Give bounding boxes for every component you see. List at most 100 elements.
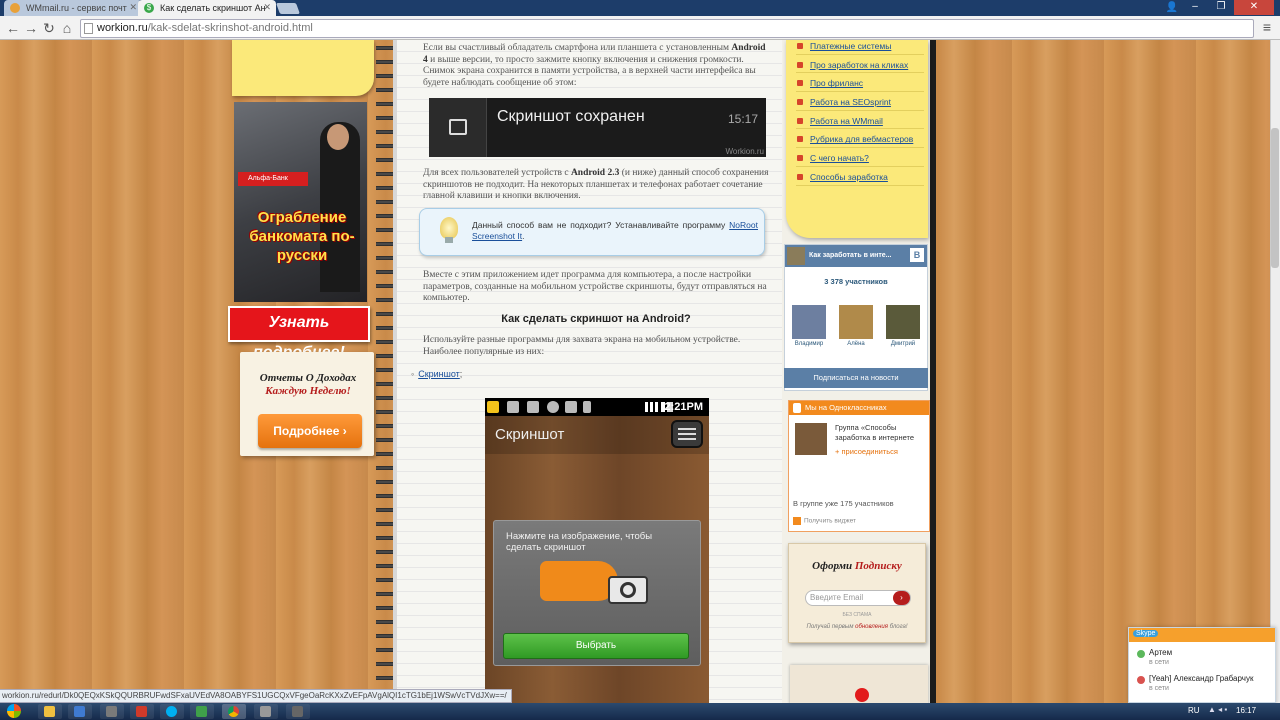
text: Получай первым (806, 624, 856, 630)
close-tab-icon[interactable]: ✕ (263, 2, 271, 13)
taskbar-app[interactable] (130, 704, 154, 719)
atm-robbery-ad[interactable]: Альфа-Банк Ограбление банкомата по-русск… (234, 102, 367, 302)
category-link[interactable]: С чего начать? (810, 153, 869, 163)
contact-name: [Yeah] Александр Грабарчук (1149, 674, 1254, 683)
paragraph-programs: Используйте разные программы для захвата… (423, 335, 741, 357)
vk-member-count: 3 378 участников (824, 277, 888, 286)
category-link[interactable]: Про заработок на кликах (810, 60, 908, 70)
screenshot-app-link[interactable]: Скриншот (418, 369, 460, 379)
text: . (522, 231, 525, 241)
taskbar-chrome[interactable] (222, 704, 246, 719)
language-indicator[interactable]: RU (1188, 706, 1200, 715)
taskbar-app[interactable] (286, 704, 310, 719)
category-item[interactable]: Работа на SEOsprint (796, 92, 924, 111)
category-item[interactable]: Про фриланс (796, 73, 924, 93)
maximize-icon[interactable]: ❐ (1208, 0, 1234, 15)
tray-icons[interactable]: ▲ ◂ ▪ (1208, 705, 1227, 714)
email-submit-button[interactable]: › (893, 591, 910, 605)
category-link[interactable]: Рубрика для вебмастеров (810, 134, 913, 144)
phone-clock: 2:21PM (664, 401, 703, 413)
new-tab-button[interactable] (275, 3, 301, 14)
text: Если вы счастливый обладатель смартфона … (423, 43, 732, 53)
vk-member[interactable]: Владимир (792, 305, 826, 347)
minimize-icon[interactable]: ‒ (1182, 0, 1208, 15)
dollar-favicon-icon: $ (144, 3, 154, 13)
category-item[interactable]: Про заработок на кликах (796, 55, 924, 74)
category-link[interactable]: Способы заработка (810, 172, 888, 182)
reload-icon[interactable]: ↻ (40, 19, 58, 37)
app-icon (136, 706, 147, 717)
category-item[interactable]: С чего начать? (796, 148, 924, 167)
user-profile-icon[interactable]: 👤 (1166, 2, 1178, 13)
member-name: Владимир (794, 341, 824, 347)
taskbar-app[interactable] (190, 704, 214, 719)
text: Для всех пользователей устройств с (423, 168, 571, 178)
group-logo (787, 247, 805, 265)
category-item[interactable]: Способы заработка (796, 167, 924, 186)
taskbar-media[interactable] (68, 704, 92, 719)
learn-more-button[interactable]: Узнать подробнее! (228, 306, 370, 361)
menu-icon[interactable]: ≡ (1258, 19, 1276, 37)
app-icon (106, 706, 117, 717)
category-item[interactable]: Платежные системы (796, 40, 924, 55)
back-arrow-icon[interactable]: ← (4, 19, 22, 37)
windows-logo-icon (7, 704, 21, 718)
taskbar-app[interactable] (100, 704, 124, 719)
close-tab-icon[interactable]: ✕ (129, 2, 137, 13)
text: Получить виджет (804, 517, 856, 525)
odnoklassniki-widget: Мы на Одноклассниках Группа «Способы зар… (788, 400, 930, 532)
vk-subscribe-button[interactable]: Подписаться на новости (784, 368, 928, 388)
income-more-label: Подробнее (273, 424, 340, 438)
scrollbar-thumb[interactable] (1271, 128, 1279, 268)
contact-name: Артем (1149, 648, 1173, 657)
text: блога! (887, 624, 908, 630)
address-bar[interactable]: workion.ru/kak-sdelat-skrinshot-android.… (80, 19, 1254, 38)
ok-header-text: Мы на Одноклассниках (805, 403, 887, 412)
sidebar-edge (930, 40, 936, 703)
app-notification-icon (487, 401, 499, 413)
toast-time: 15:17 (727, 112, 758, 126)
text: Данный способ вам не подходит? Устанавли… (472, 220, 730, 230)
list-separator: ; (459, 369, 463, 379)
category-link[interactable]: Платежные системы (810, 41, 891, 51)
camera-icon (608, 576, 648, 604)
forward-arrow-icon[interactable]: → (22, 19, 40, 37)
phone-app-bar: Скриншот (485, 416, 709, 454)
ok-small-icon (793, 517, 801, 525)
category-link[interactable]: Работа на SEOsprint (810, 97, 891, 107)
income-title-line2: Каждую Неделю! (265, 385, 351, 397)
vk-widget-header[interactable]: Как заработать в инте... В (785, 245, 927, 267)
category-item[interactable]: Работа на WMmail (796, 111, 924, 130)
paragraph-android23: Для всех пользователей устройств с Andro… (423, 168, 769, 203)
app-icon (196, 706, 207, 717)
vk-member[interactable]: Алёна (839, 305, 873, 347)
vk-group-title: Как заработать в инте... (809, 252, 892, 259)
ok-join-link[interactable]: + присоединиться (835, 447, 898, 456)
vk-member[interactable]: Дмитрий (886, 305, 920, 347)
page-viewport: Альфа-Банк Ограбление банкомата по-русск… (0, 40, 1270, 703)
taskbar-app[interactable] (254, 704, 278, 719)
media-icon (74, 706, 85, 717)
ok-get-widget-link[interactable]: Получить виджет (793, 517, 856, 525)
phone-screenshot: 2:21PM Скриншот Нажмите на изображение, … (485, 398, 709, 703)
home-icon[interactable]: ⌂ (58, 19, 76, 37)
close-window-icon[interactable]: ✕ (1234, 0, 1274, 15)
windows-taskbar: RU ▲ ◂ ▪ 16:17 (0, 703, 1280, 720)
tab-workion[interactable]: $ Как сделать скриншот Ан ✕ (138, 0, 276, 16)
category-link[interactable]: Про фриланс (810, 78, 863, 88)
category-link[interactable]: Работа на WMmail (810, 116, 883, 126)
usb-icon (583, 401, 591, 413)
volume-icon (527, 401, 539, 413)
tab-wmmail[interactable]: WMmail.ru - сервис почт ✕ (4, 0, 142, 16)
taskbar-explorer[interactable] (38, 704, 62, 719)
ok-group-title[interactable]: Группа «Способы заработка в интернете (835, 423, 929, 443)
income-more-button[interactable]: Подробнее › (258, 414, 362, 448)
start-button[interactable] (4, 703, 24, 720)
category-item[interactable]: Рубрика для вебмастеров (796, 129, 924, 149)
clock[interactable]: 16:17 (1236, 706, 1256, 715)
tab-title: Как сделать скриншот Ан (160, 3, 266, 13)
group-thumbnail[interactable] (795, 423, 827, 455)
browser-toolbar: ← → ↻ ⌂ workion.ru/kak-sdelat-skrinshot-… (0, 16, 1280, 40)
tab-title: WMmail.ru - сервис почт (26, 3, 127, 13)
taskbar-skype[interactable] (160, 704, 184, 719)
